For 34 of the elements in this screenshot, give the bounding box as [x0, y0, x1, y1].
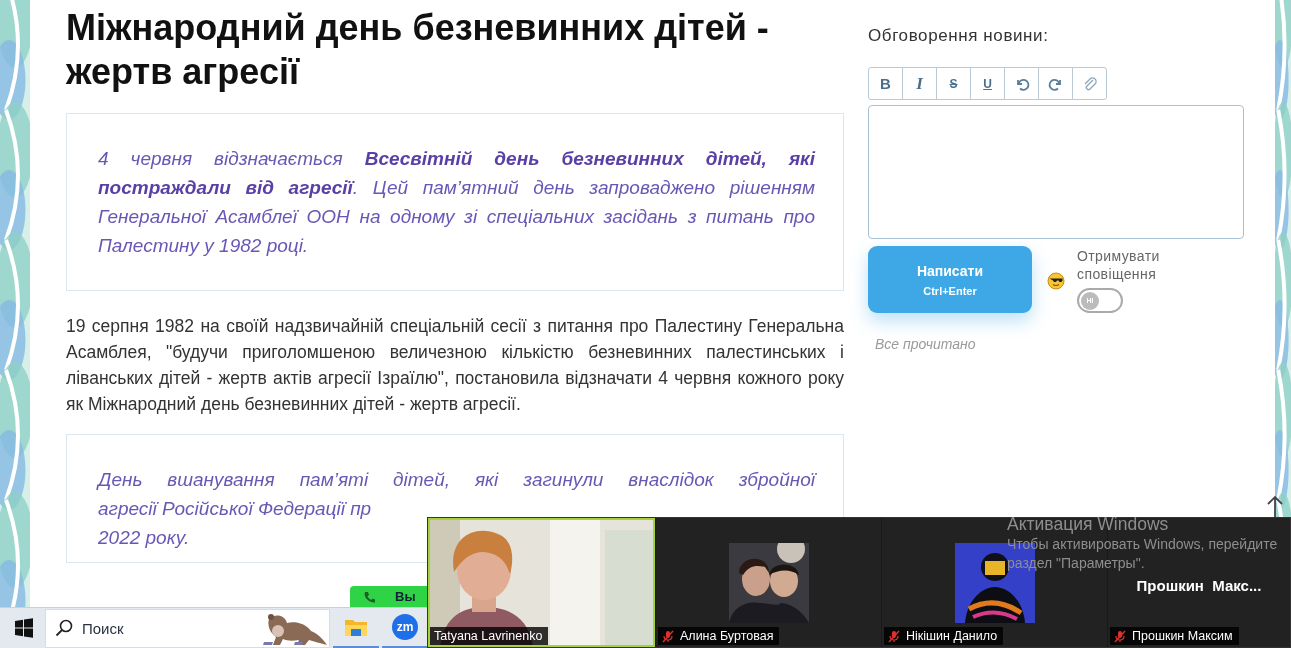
participant-name: Прошкин Максим [1132, 629, 1233, 643]
redo-button[interactable] [1038, 67, 1073, 100]
comment-field[interactable] [868, 105, 1244, 239]
quote-text: День вшанування пам’яті дітей, які загинули внаслідок збройної [98, 468, 815, 492]
underline-button[interactable]: U [970, 67, 1005, 100]
search-icon [55, 619, 73, 637]
windows-start-icon[interactable] [14, 618, 34, 638]
sunglasses-emoji-icon [1047, 272, 1065, 290]
participant-name: Алина Буртовая [680, 629, 774, 643]
phone-icon [363, 590, 375, 603]
scroll-to-top-icon[interactable] [1266, 495, 1284, 517]
notify-label: Отримувати сповіщення [1077, 247, 1161, 283]
quote-text: агресії Російської Федерації пр [98, 497, 372, 521]
participant-name: Tatyana Lavrinenko [434, 629, 543, 643]
strikethrough-button[interactable]: S [936, 67, 971, 100]
quote-text: 2022 року. [98, 526, 190, 550]
participant-name: Нікішин Данило [906, 629, 998, 643]
discussion-heading: Обговорення новини: [868, 26, 1050, 46]
participant-name: Прошкин Макс... [1135, 577, 1263, 594]
read-status: Все прочитано [875, 336, 977, 352]
undo-button[interactable] [1004, 67, 1039, 100]
article-title: Міжнародний день безневинних дітей - жертв агресії [66, 6, 770, 94]
quote-text: 4 червня відзначається Всесвітній день безневинних дітей, які постраждали від агресії. Цей пам’ятний день запроваджено рішенням Генеральної Асамблеї ООН на одному зі спеціальних засідань з питань про Палестину у 1982 році. [98, 147, 815, 258]
app-logo: zm [392, 613, 418, 640]
article-paragraph: 19 серпня 1982 на своїй надзвичайній спеціальній сесії з питання про Палестину Генеральна Асамблея, "будучи приголомшеною величезною кількістю безневинних палестинських і ліванських дітей - жертв актів агресії Ізраїлю", постановила відзначати 4 червня кожного року як Міжнародний день безневинних дітей - жертв агресії. [66, 315, 844, 416]
activation-title: Активация Windows [1007, 513, 1170, 535]
bold-button[interactable]: B [868, 67, 903, 100]
call-button[interactable]: Вы [350, 586, 427, 607]
italic-button[interactable]: I [902, 67, 937, 100]
muted-mic-icon [662, 629, 674, 643]
muted-mic-icon [888, 629, 900, 643]
attach-button[interactable] [1072, 67, 1107, 100]
muted-mic-icon [1114, 629, 1126, 643]
search-box[interactable]: Поиск [45, 608, 330, 648]
